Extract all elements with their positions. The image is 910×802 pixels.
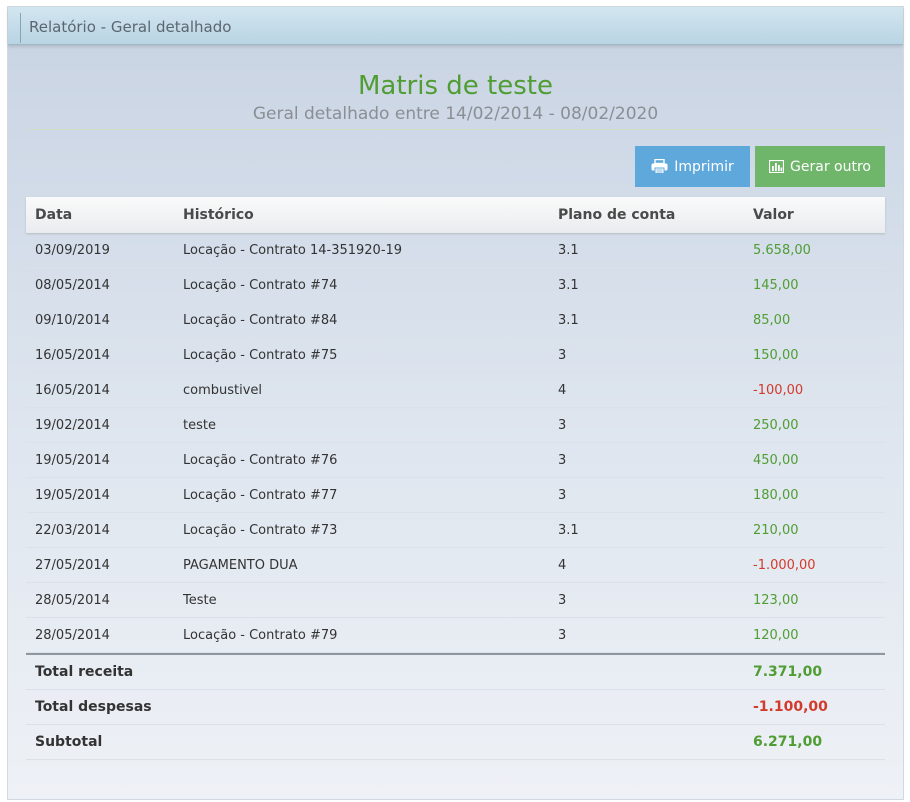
cell-valor: 450,00: [753, 452, 799, 468]
table-row: 22/03/2014 Locação - Contrato #73 3.1 210,0…: [26, 513, 885, 548]
cell-valor: 150,00: [753, 347, 799, 363]
cell-data: 16/05/2014: [35, 382, 110, 398]
cell-historico: combustivel: [183, 382, 263, 398]
table-row: 28/05/2014 Teste 3 123,00: [26, 583, 885, 618]
header-divider: [26, 129, 885, 130]
table-header: Data Histórico Plano de conta Valor: [26, 197, 885, 233]
cell-valor: 250,00: [753, 417, 799, 433]
report-company-name: Matris de teste: [358, 71, 553, 101]
window-title: Relatório - Geral detalhado: [29, 18, 232, 36]
cell-valor: 5.658,00: [753, 242, 811, 258]
cell-plano: 3: [558, 592, 567, 608]
cell-historico: Locação - Contrato #77: [183, 487, 338, 503]
cell-data: 08/05/2014: [35, 277, 110, 293]
report-subtitle: Geral detalhado entre 14/02/2014 - 08/02…: [252, 104, 659, 124]
table-row: 16/05/2014 combustivel 4 -100,00: [26, 373, 885, 408]
cell-plano: 4: [558, 382, 567, 398]
cell-historico: Locação - Contrato #79: [183, 627, 338, 643]
printer-icon: [651, 159, 668, 174]
table-row: 09/10/2014 Locação - Contrato #84 3.1 85,00: [26, 303, 885, 338]
totals-value: -1.100,00: [753, 699, 828, 715]
cell-data: 09/10/2014: [35, 312, 110, 328]
column-header-data: Data: [35, 207, 73, 223]
cell-data: 27/05/2014: [35, 557, 110, 573]
totals-row: Total despesas -1.100,00: [26, 690, 885, 725]
cell-data: 28/05/2014: [35, 627, 110, 643]
table-row: 27/05/2014 PAGAMENTO DUA 4 -1.000,00: [26, 548, 885, 583]
cell-valor: -100,00: [753, 382, 804, 398]
cell-plano: 3: [558, 627, 567, 643]
generate-button-label: Gerar outro: [790, 158, 871, 175]
table-row: 08/05/2014 Locação - Contrato #74 3.1 145,0…: [26, 268, 885, 303]
cell-data: 22/03/2014: [35, 522, 110, 538]
cell-historico: teste: [183, 417, 216, 433]
cell-plano: 3.1: [558, 277, 579, 293]
column-header-valor: Valor: [753, 207, 794, 223]
generate-another-button[interactable]: Gerar outro: [755, 146, 885, 187]
cell-data: 19/02/2014: [35, 417, 110, 433]
totals-label: Total despesas: [35, 699, 152, 715]
totals-row: Subtotal 6.271,00: [26, 725, 885, 760]
cell-plano: 3: [558, 417, 567, 433]
totals-value: 6.271,00: [753, 734, 823, 750]
cell-plano: 3.1: [558, 522, 579, 538]
cell-valor: 123,00: [753, 592, 799, 608]
table-row: 19/05/2014 Locação - Contrato #77 3 180,00: [26, 478, 885, 513]
table-row: 16/05/2014 Locação - Contrato #75 3 150,00: [26, 338, 885, 373]
bar-chart-icon: [769, 160, 785, 173]
column-header-historico: Histórico: [183, 207, 254, 223]
cell-historico: PAGAMENTO DUA: [183, 557, 298, 573]
cell-plano: 4: [558, 557, 567, 573]
totals-label: Subtotal: [35, 734, 103, 750]
table-row: 19/05/2014 Locação - Contrato #76 3 450,00: [26, 443, 885, 478]
cell-plano: 3.1: [558, 242, 579, 258]
cell-data: 19/05/2014: [35, 452, 110, 468]
cell-plano: 3.1: [558, 312, 579, 328]
column-header-plano: Plano de conta: [558, 207, 676, 223]
cell-plano: 3: [558, 452, 567, 468]
table-row: 03/09/2019 Locação - Contrato 14-351920-1…: [26, 233, 885, 268]
report-panel: Relatório - Geral detalhado Matris de te…: [7, 6, 904, 800]
cell-historico: Locação - Contrato 14-351920-19: [183, 242, 403, 258]
cell-data: 19/05/2014: [35, 487, 110, 503]
table-totals: Total receita 7.371,00 Total despesas -1.10…: [26, 653, 885, 760]
cell-historico: Locação - Contrato #75: [183, 347, 338, 363]
table-row: 28/05/2014 Locação - Contrato #79 3 120,00: [26, 618, 885, 653]
cell-data: 16/05/2014: [35, 347, 110, 363]
cell-valor: 180,00: [753, 487, 799, 503]
cell-data: 03/09/2019: [35, 242, 110, 258]
cell-historico: Locação - Contrato #74: [183, 277, 338, 293]
cell-valor: 145,00: [753, 277, 799, 293]
totals-value: 7.371,00: [753, 664, 823, 680]
report-table: Data Histórico Plano de conta Valor 03/0…: [26, 197, 885, 760]
print-button[interactable]: Imprimir: [635, 146, 750, 187]
cell-historico: Locação - Contrato #73: [183, 522, 338, 538]
table-body: 03/09/2019 Locação - Contrato 14-351920-1…: [26, 233, 885, 653]
window-titlebar: Relatório - Geral detalhado: [8, 7, 903, 45]
cell-plano: 3: [558, 347, 567, 363]
cell-valor: 120,00: [753, 627, 799, 643]
totals-label: Total receita: [35, 664, 134, 680]
cell-valor: 210,00: [753, 522, 799, 538]
cell-historico: Locação - Contrato #84: [183, 312, 338, 328]
cell-valor: -1.000,00: [753, 557, 816, 573]
cell-historico: Locação - Contrato #76: [183, 452, 338, 468]
titlebar-separator: [20, 13, 21, 43]
totals-row: Total receita 7.371,00: [26, 655, 885, 690]
cell-historico: Teste: [183, 592, 217, 608]
cell-plano: 3: [558, 487, 567, 503]
cell-data: 28/05/2014: [35, 592, 110, 608]
table-row: 19/02/2014 teste 3 250,00: [26, 408, 885, 443]
print-button-label: Imprimir: [674, 158, 734, 175]
cell-valor: 85,00: [753, 312, 791, 328]
